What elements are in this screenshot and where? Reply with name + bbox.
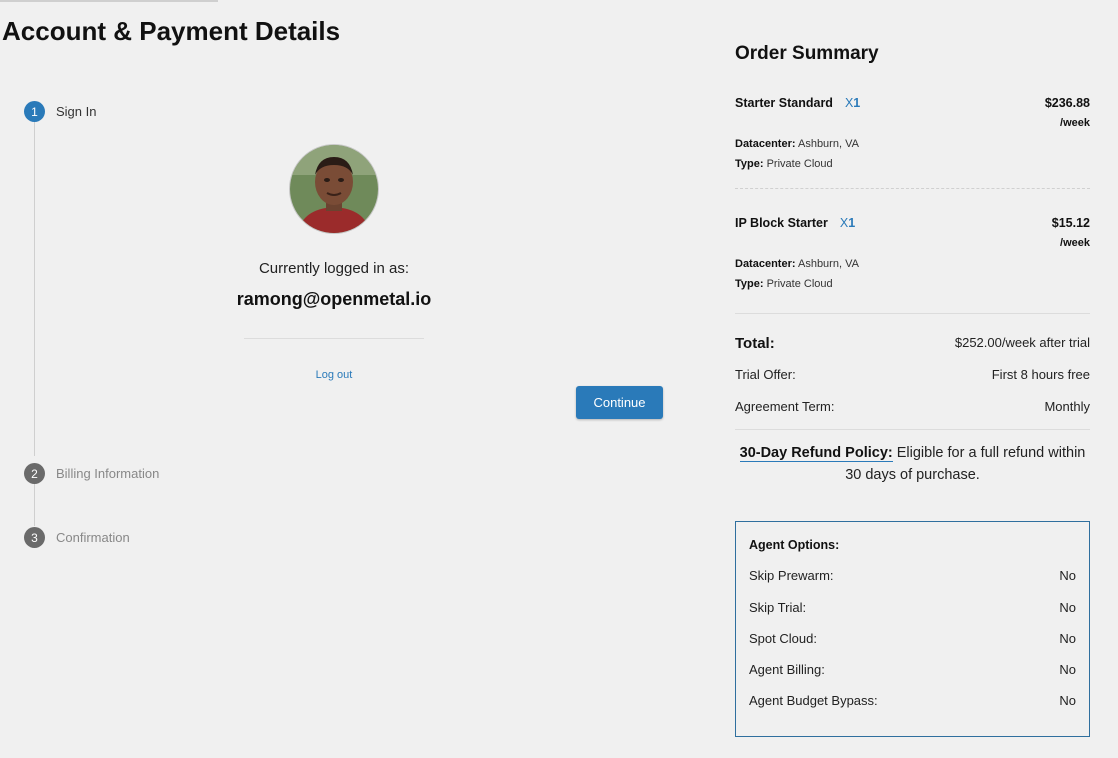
item-name: Starter Standard	[735, 96, 833, 110]
item-datacenter: Datacenter: Ashburn, VA	[735, 258, 859, 270]
step-sign-in[interactable]: 1 Sign In	[24, 101, 96, 122]
page-title: Account & Payment Details	[2, 16, 341, 46]
item-divider	[735, 188, 1090, 189]
agent-options-title: Agent Options:	[749, 538, 840, 552]
step-number: 3	[24, 527, 45, 548]
agreement-term-row: Agreement Term: Monthly	[735, 399, 1090, 414]
item-price: $236.88 /week	[1045, 93, 1090, 133]
item-name: IP Block Starter	[735, 216, 828, 230]
step-number: 1	[24, 101, 45, 122]
trial-offer-row: Trial Offer: First 8 hours free	[735, 367, 1090, 382]
agent-option-value: No	[1059, 631, 1076, 646]
step-label: Confirmation	[56, 530, 130, 545]
agreement-term-value: Monthly	[1044, 399, 1090, 414]
refund-policy-link[interactable]: 30-Day Refund Policy:	[739, 445, 893, 462]
summary-divider	[735, 429, 1090, 430]
agent-option-label: Skip Trial:	[749, 600, 807, 615]
refund-policy: 30-Day Refund Policy: Eligible for a ful…	[735, 442, 1090, 486]
agent-option-row: Skip Prewarm: No	[749, 568, 1076, 583]
summary-divider	[735, 313, 1090, 314]
step-number: 2	[24, 463, 45, 484]
agent-option-label: Skip Prewarm:	[749, 568, 834, 583]
step-label: Sign In	[56, 104, 97, 119]
agent-option-label: Agent Budget Bypass:	[749, 693, 878, 708]
item-price: $15.12 /week	[1052, 213, 1090, 253]
item-quantity: X1	[839, 216, 856, 230]
order-item: Starter Standard X1 $236.88 /week Datacen…	[735, 94, 1090, 174]
user-email: ramong@openmetal.io	[236, 289, 432, 309]
avatar	[289, 144, 379, 234]
trial-offer-label: Trial Offer:	[735, 367, 796, 382]
order-summary-title: Order Summary	[735, 43, 879, 64]
total-label: Total:	[735, 335, 775, 352]
price-period: /week	[1060, 117, 1090, 129]
agent-option-value: No	[1059, 693, 1076, 708]
step-confirmation[interactable]: 3 Confirmation	[24, 527, 130, 548]
item-quantity: X1	[844, 96, 861, 110]
stepper-connector	[34, 484, 35, 526]
step-billing-information[interactable]: 2 Billing Information	[24, 463, 159, 484]
agent-option-label: Agent Billing:	[749, 662, 825, 677]
user-photo	[290, 145, 378, 233]
agent-option-value: No	[1059, 600, 1076, 615]
step-label: Billing Information	[56, 466, 160, 481]
agent-option-value: No	[1059, 662, 1076, 677]
agent-option-row: Agent Billing: No	[749, 662, 1076, 677]
logout-link[interactable]: Log out	[284, 369, 384, 381]
total-row: Total: $252.00/week after trial	[735, 335, 1090, 352]
agent-option-row: Agent Budget Bypass: No	[749, 693, 1076, 708]
agreement-term-label: Agreement Term:	[735, 399, 835, 414]
logged-in-label: Currently logged in as:	[258, 260, 410, 277]
agent-option-value: No	[1059, 568, 1076, 583]
item-type: Type: Private Cloud	[735, 158, 833, 170]
top-border-stub	[0, 0, 218, 2]
agent-option-row: Spot Cloud: No	[749, 631, 1076, 646]
item-datacenter: Datacenter: Ashburn, VA	[735, 138, 859, 150]
agent-option-row: Skip Trial: No	[749, 600, 1076, 615]
divider	[244, 338, 424, 339]
order-item: IP Block Starter X1 $15.12 /week Datacent…	[735, 214, 1090, 294]
trial-offer-value: First 8 hours free	[991, 367, 1090, 382]
agent-options-box: Agent Options: Skip Prewarm: No Skip Tri…	[735, 521, 1090, 737]
continue-button[interactable]: Continue	[576, 386, 663, 419]
agent-option-label: Spot Cloud:	[749, 631, 817, 646]
price-period: /week	[1060, 237, 1090, 249]
stepper-connector	[34, 122, 35, 456]
item-type: Type: Private Cloud	[735, 278, 833, 290]
total-value: $252.00/week after trial	[954, 335, 1090, 350]
